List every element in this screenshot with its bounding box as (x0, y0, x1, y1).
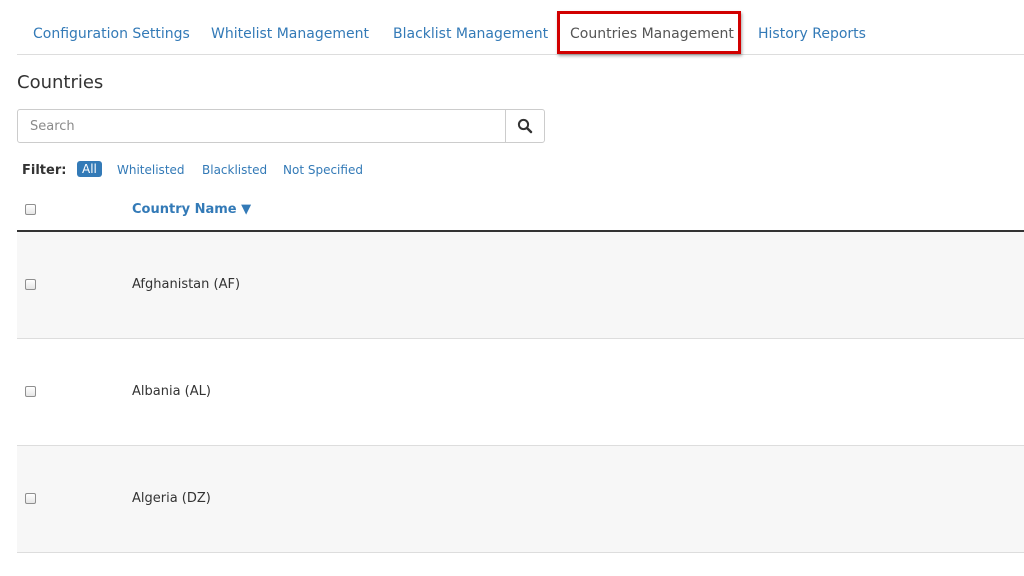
table-header: Country Name ▼ (17, 190, 1024, 232)
row-checkbox[interactable] (25, 493, 36, 504)
country-name-cell: Algeria (DZ) (132, 491, 211, 506)
country-name-cell: Afghanistan (AF) (132, 277, 241, 292)
search-icon (517, 118, 533, 134)
tab-blacklist-management[interactable]: Blacklist Management (393, 0, 548, 55)
search-button[interactable] (505, 109, 545, 143)
column-header-country-name[interactable]: Country Name ▼ (132, 202, 251, 217)
table-row: Afghanistan (AF) (17, 232, 1024, 339)
tab-history-reports[interactable]: History Reports (758, 0, 866, 55)
search-input[interactable] (17, 109, 506, 143)
countries-table: Country Name ▼ Afghanistan (AF) Albania … (17, 190, 1024, 553)
tab-countries-management[interactable]: Countries Management (570, 0, 734, 55)
tab-whitelist-management[interactable]: Whitelist Management (211, 0, 369, 55)
filter-all[interactable]: All (77, 161, 102, 177)
row-checkbox[interactable] (25, 386, 36, 397)
filter-whitelisted[interactable]: Whitelisted (117, 163, 185, 177)
filter-label: Filter: (22, 163, 67, 178)
page-title: Countries (17, 72, 104, 93)
table-row: Albania (AL) (17, 339, 1024, 446)
select-all-checkbox[interactable] (25, 204, 36, 215)
filter-not-specified[interactable]: Not Specified (283, 163, 363, 177)
filter-blacklisted[interactable]: Blacklisted (202, 163, 267, 177)
table-row: Algeria (DZ) (17, 446, 1024, 553)
search-bar (17, 109, 545, 143)
countries-management-page: Configuration Settings Whitelist Managem… (0, 0, 1024, 576)
country-name-cell: Albania (AL) (132, 384, 211, 399)
row-checkbox[interactable] (25, 279, 36, 290)
tab-bar: Configuration Settings Whitelist Managem… (17, 0, 1024, 55)
tab-configuration-settings[interactable]: Configuration Settings (33, 0, 190, 55)
